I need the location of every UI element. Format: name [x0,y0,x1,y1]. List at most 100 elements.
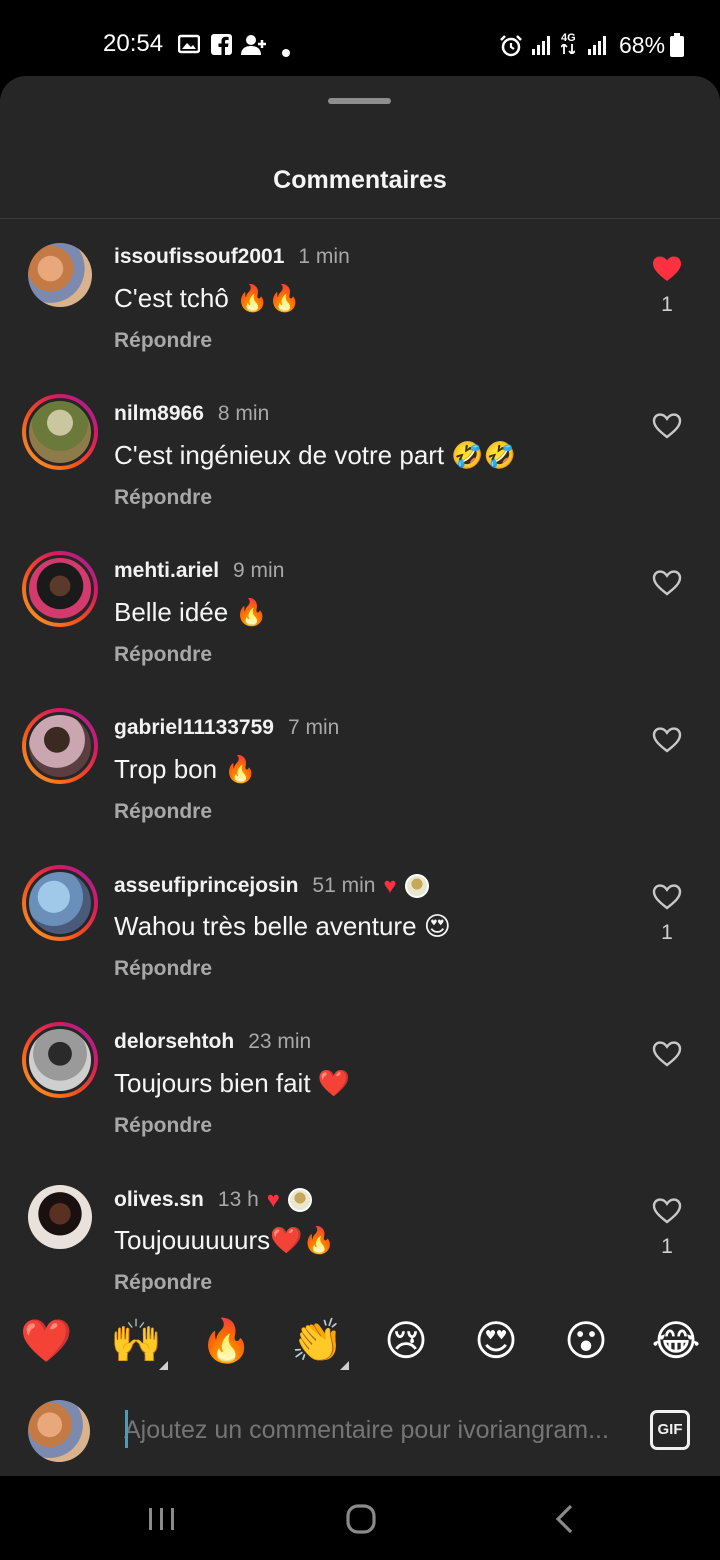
comment-meta: olives.sn 13 h ♥ [114,1187,312,1213]
comment-composer: GIF [0,1386,720,1476]
comment-username[interactable]: nilm8966 [114,402,204,426]
avatar-image [28,1185,92,1249]
emoji-laughing[interactable]: 😂 [651,1316,701,1366]
status-bar: 20:54 4G 68% [0,0,720,76]
avatar-story-ring[interactable] [22,865,98,941]
signal-icon [531,34,553,62]
comment-item: issoufissouf2001 1 min C'est tchô 🔥🔥 Rép… [0,219,720,376]
reply-button[interactable]: Répondre [114,329,212,353]
comment-time: 51 min [312,874,376,897]
comment-time: 23 min [248,1030,312,1053]
battery-percent: 68% [619,32,666,58]
like-button[interactable]: 1 [646,1197,688,1259]
avatar[interactable] [22,237,98,313]
skin-tone-indicator [340,1361,349,1370]
skin-tone-indicator [159,1361,168,1370]
avatar-image [26,398,94,466]
avatar-image [26,712,94,780]
recent-apps-icon[interactable] [147,1506,177,1537]
comment-text: C'est ingénieux de votre part 🤣🤣 [114,440,517,470]
like-button[interactable] [646,726,688,764]
comment-meta: nilm8966 8 min [114,402,269,426]
comments-list[interactable]: issoufissouf2001 1 min C'est tchô 🔥🔥 Rép… [0,219,720,1292]
avatar-image [26,869,94,937]
avatar-story-ring[interactable] [22,1022,98,1098]
comment-input[interactable] [124,1408,624,1452]
comment-text: Toujouuuuurs❤️🔥 [114,1225,335,1255]
home-icon[interactable] [345,1503,377,1540]
facebook-icon [211,34,232,61]
comment-username[interactable]: asseufiprincejosin [114,874,298,898]
creator-avatar [404,874,429,898]
status-time: 20:54 [103,30,164,57]
gallery-icon [177,34,201,60]
like-button[interactable]: 1 [646,883,688,945]
like-button[interactable] [646,1040,688,1078]
like-button[interactable]: 1 [646,255,688,317]
heart-outline-icon [652,570,682,596]
emoji-heart-eyes[interactable]: 😍 [471,1316,521,1366]
heart-outline-icon [652,413,682,439]
avatar-image [28,243,92,307]
creator-avatar [287,1188,312,1212]
comment-time: 7 min [287,716,340,739]
back-icon[interactable] [553,1503,575,1540]
system-nav-bar [0,1476,720,1560]
emoji-bar: ❤️ 🙌 🔥 👏 😢 😍 😮 😂 [0,1296,720,1386]
reply-button[interactable]: Répondre [114,643,212,667]
avatar-story-ring[interactable] [22,551,98,627]
comment-username[interactable]: mehti.ariel [114,559,219,583]
signal-icon-2 [587,34,609,62]
comment-meta: delorsehtoh 23 min [114,1030,311,1054]
comment-username[interactable]: issoufissouf2001 [114,245,284,269]
comment-meta: gabriel11133759 7 min [114,716,339,740]
reply-button[interactable]: Répondre [114,486,212,510]
like-count: 1 [661,921,673,944]
comment-item: delorsehtoh 23 min Toujours bien fait ❤️… [0,1004,720,1161]
network-type: 4G [560,33,576,57]
comment-text: Wahou très belle aventure 😍 [114,911,451,941]
reply-button[interactable]: Répondre [114,1114,212,1138]
avatar-story-ring[interactable] [22,708,98,784]
reply-button[interactable]: Répondre [114,800,212,824]
avatar[interactable] [22,1179,98,1255]
alarm-icon [499,34,523,64]
gif-button[interactable]: GIF [650,1410,690,1450]
comment-text: Toujours bien fait ❤️ [114,1068,351,1098]
like-button[interactable] [646,569,688,607]
comment-item: asseufiprincejosin 51 min ♥ Wahou très b… [0,847,720,1004]
heart-outline-icon [652,1198,682,1224]
my-avatar [28,1400,90,1462]
emoji-clapping[interactable]: 👏 [291,1316,349,1370]
emoji-raising-hands[interactable]: 🙌 [110,1316,168,1370]
comment-text: C'est tchô 🔥🔥 [114,283,301,313]
heart-outline-icon [652,727,682,753]
comment-meta: issoufissouf2001 1 min [114,245,350,269]
emoji-fire[interactable]: 🔥 [200,1316,252,1366]
emoji-crying[interactable]: 😢 [381,1316,431,1366]
comment-item: nilm8966 8 min C'est ingénieux de votre … [0,376,720,533]
comment-time: 9 min [233,559,285,582]
comment-time: 8 min [217,402,270,425]
avatar-image [26,555,94,623]
comments-sheet: Commentaires issoufissouf2001 1 min C'es… [0,76,720,1476]
sheet-grabber[interactable] [328,98,391,104]
comment-item: mehti.ariel 9 min Belle idée 🔥 Répondre [0,533,720,690]
emoji-surprised[interactable]: 😮 [561,1316,611,1366]
comment-meta: asseufiprincejosin 51 min ♥ [114,873,429,899]
comment-username[interactable]: olives.sn [114,1188,204,1212]
creator-liked-heart-icon: ♥ [266,1187,280,1212]
comment-item: olives.sn 13 h ♥ Toujouuuuurs❤️🔥 Répondr… [0,1161,720,1292]
heart-outline-icon [652,1041,682,1067]
comment-time: 13 h [217,1188,259,1211]
reply-button[interactable]: Répondre [114,957,212,981]
avatar-story-ring[interactable] [22,394,98,470]
comment-text: Trop bon 🔥 [114,754,257,784]
reply-button[interactable]: Répondre [114,1271,212,1292]
comment-username[interactable]: gabriel11133759 [114,716,274,740]
like-button[interactable] [646,412,688,450]
like-count: 1 [661,1235,673,1258]
comment-username[interactable]: delorsehtoh [114,1030,234,1054]
comment-text: Belle idée 🔥 [114,597,268,627]
emoji-heart[interactable]: ❤️ [20,1316,72,1366]
